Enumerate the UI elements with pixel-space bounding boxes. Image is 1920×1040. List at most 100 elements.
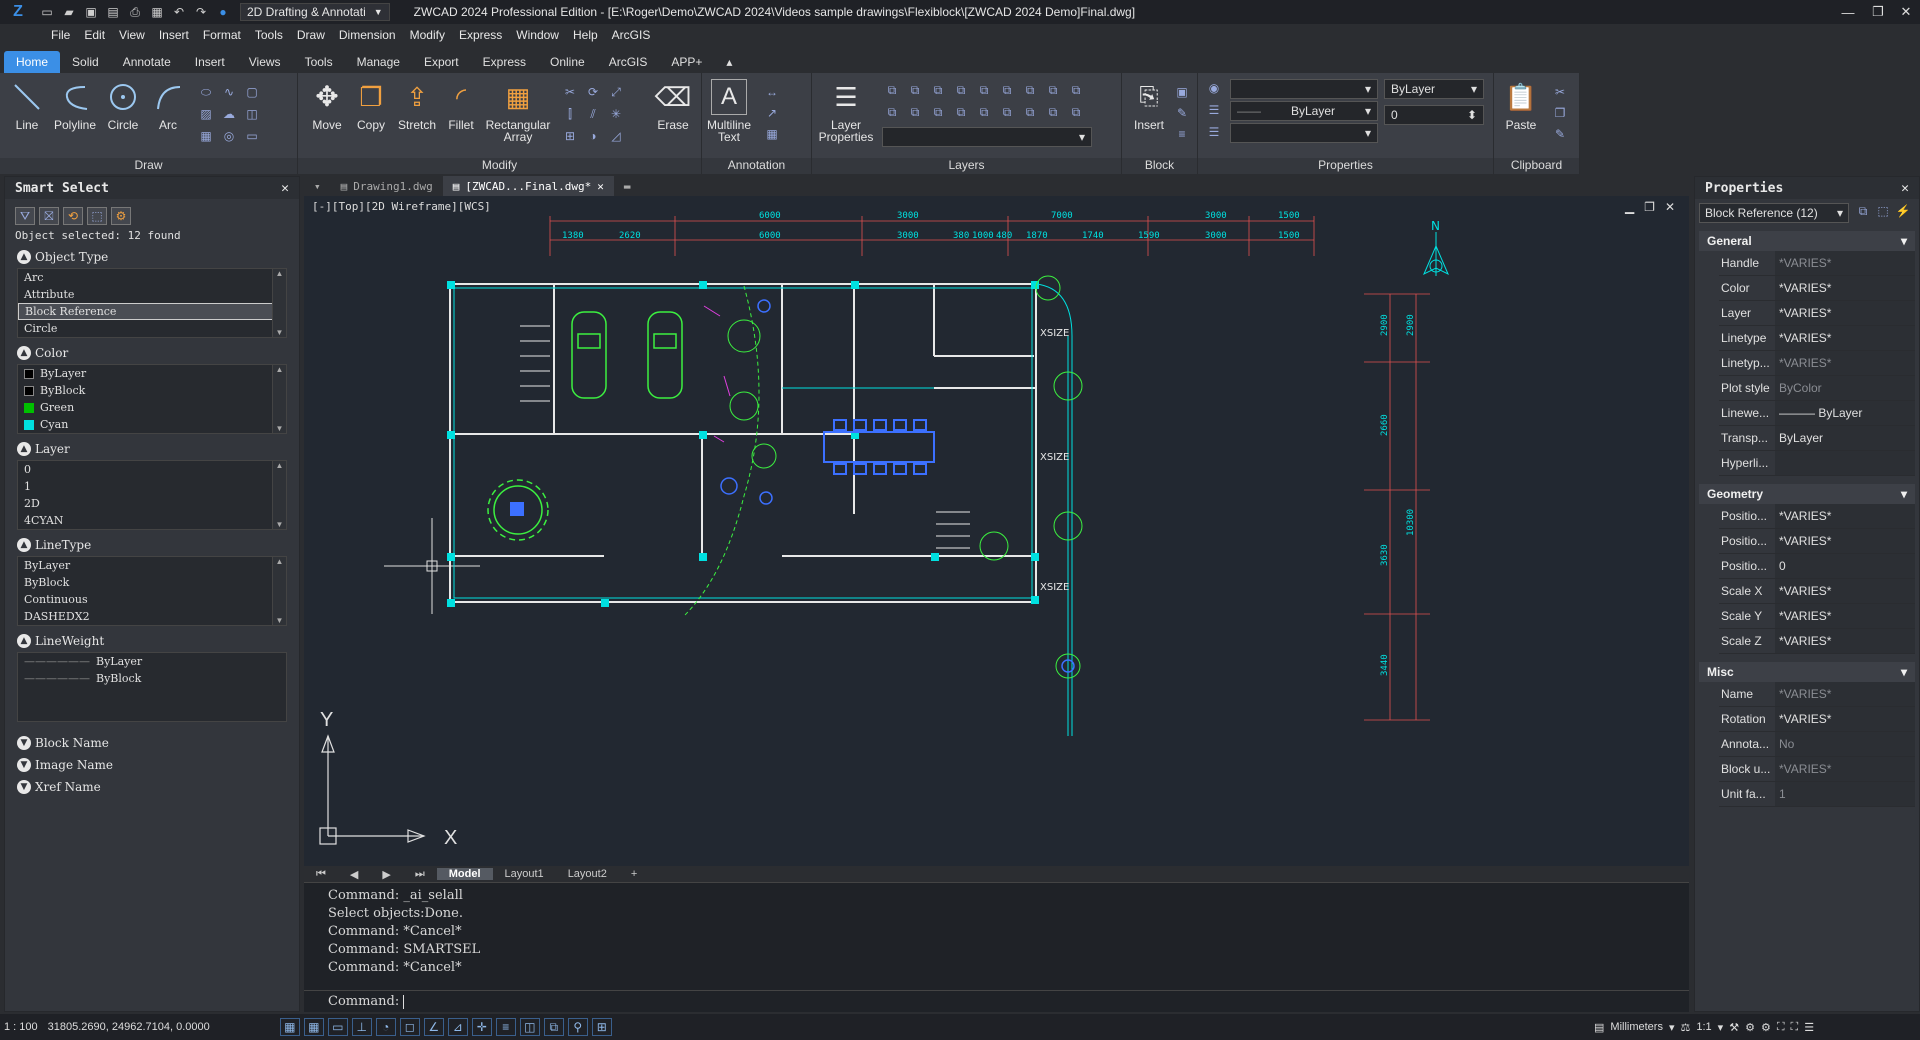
scale-readout[interactable]: 1 : 100: [4, 1021, 38, 1033]
leader-icon[interactable]: ↗: [762, 104, 782, 122]
property-value[interactable]: *VARIES*: [1775, 251, 1915, 275]
list-item[interactable]: Block Reference: [18, 303, 286, 320]
lineweight-list[interactable]: —————— ByLayer —————— ByBlock: [17, 652, 287, 722]
rotate-icon[interactable]: ⟳: [583, 83, 603, 101]
create-block-icon[interactable]: ▣: [1172, 83, 1192, 101]
property-row[interactable]: Plot style ByColor: [1719, 376, 1915, 401]
match-prop-icon[interactable]: ✎: [1550, 125, 1570, 143]
color-header[interactable]: ▲ Color: [17, 346, 299, 360]
property-row[interactable]: Positio... *VARIES*: [1719, 504, 1915, 529]
zwcad-logo-icon[interactable]: Z: [0, 0, 36, 24]
tab-solid[interactable]: Solid: [60, 51, 111, 73]
circle-button[interactable]: Circle: [98, 79, 148, 151]
layer-tool-icon[interactable]: ⧉: [997, 81, 1017, 99]
property-row[interactable]: Linetyp... *VARIES*: [1719, 351, 1915, 376]
property-group-geometry[interactable]: Geometry ▾: [1699, 484, 1915, 504]
color-list[interactable]: ByLayer ByBlock Green Cyan ▲ ▼: [17, 364, 287, 434]
redo-icon[interactable]: ↷: [190, 2, 212, 22]
property-row[interactable]: Positio... *VARIES*: [1719, 529, 1915, 554]
property-row[interactable]: Unit fa... 1: [1719, 782, 1915, 807]
select-objects-icon[interactable]: ⬚: [1873, 202, 1893, 220]
list-item[interactable]: 4CYAN: [18, 512, 286, 529]
lineweight-toggle-icon[interactable]: ≡: [495, 1018, 516, 1036]
property-value[interactable]: *VARIES*: [1775, 707, 1915, 731]
property-row[interactable]: Color *VARIES*: [1719, 276, 1915, 301]
linetype-list[interactable]: ByLayer ByBlock Continuous DASHEDX2 ▲ ▼: [17, 556, 287, 626]
polar-icon[interactable]: ◔: [375, 1018, 396, 1036]
layer-tool-icon[interactable]: ⧉: [997, 103, 1017, 121]
object-type-header[interactable]: ▲ Object Type: [17, 250, 299, 264]
layer-header[interactable]: ▲ Layer: [17, 442, 299, 456]
image-name-header[interactable]: ▼ Image Name: [17, 758, 299, 772]
property-value[interactable]: *VARIES*: [1775, 276, 1915, 300]
scrollbar[interactable]: ▲ ▼: [272, 365, 286, 433]
offset-icon[interactable]: ⫽: [583, 105, 603, 123]
color-dropdown[interactable]: ▾: [1230, 79, 1378, 99]
property-value[interactable]: ByColor: [1775, 376, 1915, 400]
autoscale-icon[interactable]: ⚙: [1745, 1021, 1755, 1034]
plot-preview-icon[interactable]: ▦: [146, 2, 168, 22]
menu-arcgis[interactable]: ArcGIS: [605, 28, 658, 42]
lock-icon[interactable]: ⛶: [1777, 1021, 1785, 1034]
annotation-monitor-icon[interactable]: ⚲: [567, 1018, 588, 1036]
property-value[interactable]: ByLayer: [1775, 426, 1915, 450]
annotation-visibility-icon[interactable]: ⚒: [1729, 1021, 1739, 1034]
linear-dimension-icon[interactable]: ↔: [762, 83, 782, 101]
property-value[interactable]: No: [1775, 732, 1915, 756]
menu-file[interactable]: File: [44, 28, 77, 42]
first-layout-icon[interactable]: ⏮: [304, 868, 338, 881]
ducs-icon[interactable]: ⊿: [447, 1018, 468, 1036]
property-value[interactable]: *VARIES*: [1775, 326, 1915, 350]
move-button[interactable]: ✥ Move: [302, 79, 352, 151]
paste-button[interactable]: 📋 Paste: [1496, 79, 1546, 151]
tab-home[interactable]: Home: [4, 51, 61, 73]
property-value[interactable]: 0: [1775, 554, 1915, 578]
layer-tool-icon[interactable]: ⧉: [974, 81, 994, 99]
list-item[interactable]: Continuous: [18, 591, 286, 608]
polygon-icon[interactable]: ▢: [242, 83, 262, 101]
layer-tool-icon[interactable]: ⧉: [928, 103, 948, 121]
list-item[interactable]: 0: [18, 461, 286, 478]
minimize-button[interactable]: —: [1834, 0, 1862, 24]
property-value[interactable]: *VARIES*: [1775, 604, 1915, 628]
clean-screen-icon[interactable]: ⛶: [1791, 1021, 1799, 1034]
table-icon[interactable]: ▦: [762, 125, 782, 143]
donut-icon[interactable]: ◎: [219, 127, 239, 145]
color-bylayer-dropdown[interactable]: ByLayer ▾: [1384, 79, 1484, 99]
list-item[interactable]: Arc: [18, 269, 286, 286]
otrack-icon[interactable]: ∠: [423, 1018, 444, 1036]
next-layout-icon[interactable]: ▶: [370, 868, 402, 881]
new-tab-icon[interactable]: ▬: [614, 176, 641, 196]
list-item[interactable]: ByLayer: [18, 557, 286, 574]
insert-block-button[interactable]: ⎘ Insert: [1124, 79, 1174, 151]
ribbon-minimize-icon[interactable]: ▴: [714, 51, 744, 73]
transparency-icon[interactable]: ◫: [519, 1018, 540, 1036]
cad-canvas[interactable]: Y X 6000 3000 7000 3000 1500 1380 2620 6…: [304, 196, 1689, 864]
layer-tool-icon[interactable]: ⧉: [905, 103, 925, 121]
list-item[interactable]: —————— ByBlock: [18, 670, 286, 687]
lineweight-input[interactable]: 0 ⬍: [1384, 105, 1484, 125]
property-value[interactable]: *VARIES*: [1775, 529, 1915, 553]
property-row[interactable]: Name *VARIES*: [1719, 682, 1915, 707]
doc-tab-drawing1[interactable]: ▤ Drawing1.dwg: [331, 176, 443, 196]
menu-edit[interactable]: Edit: [77, 28, 112, 42]
property-value[interactable]: *VARIES*: [1775, 504, 1915, 528]
menu-view[interactable]: View: [112, 28, 152, 42]
linetype-icon[interactable]: ☰: [1204, 101, 1224, 119]
close-icon[interactable]: ✕: [597, 180, 604, 193]
scale-icon[interactable]: ⤢: [606, 83, 626, 101]
command-input[interactable]: Command:: [304, 990, 1689, 1012]
layer-tool-icon[interactable]: ⧉: [882, 81, 902, 99]
help-icon[interactable]: ●: [212, 2, 234, 22]
list-item[interactable]: Attribute: [18, 286, 286, 303]
property-value[interactable]: 1: [1775, 782, 1915, 806]
object-type-list[interactable]: Arc Attribute Block Reference Circle ▲ ▼: [17, 268, 287, 338]
line-button[interactable]: Line: [2, 79, 52, 151]
close-window-button[interactable]: ✕: [1892, 0, 1920, 24]
polyline-button[interactable]: Polyline: [50, 79, 100, 151]
snap-icon[interactable]: ▦: [303, 1018, 324, 1036]
layer-tool-icon[interactable]: ⧉: [1066, 103, 1086, 121]
property-row[interactable]: Linewe... ——— ByLayer: [1719, 401, 1915, 426]
dyn-icon[interactable]: ✛: [471, 1018, 492, 1036]
save-icon[interactable]: ▣: [80, 2, 102, 22]
